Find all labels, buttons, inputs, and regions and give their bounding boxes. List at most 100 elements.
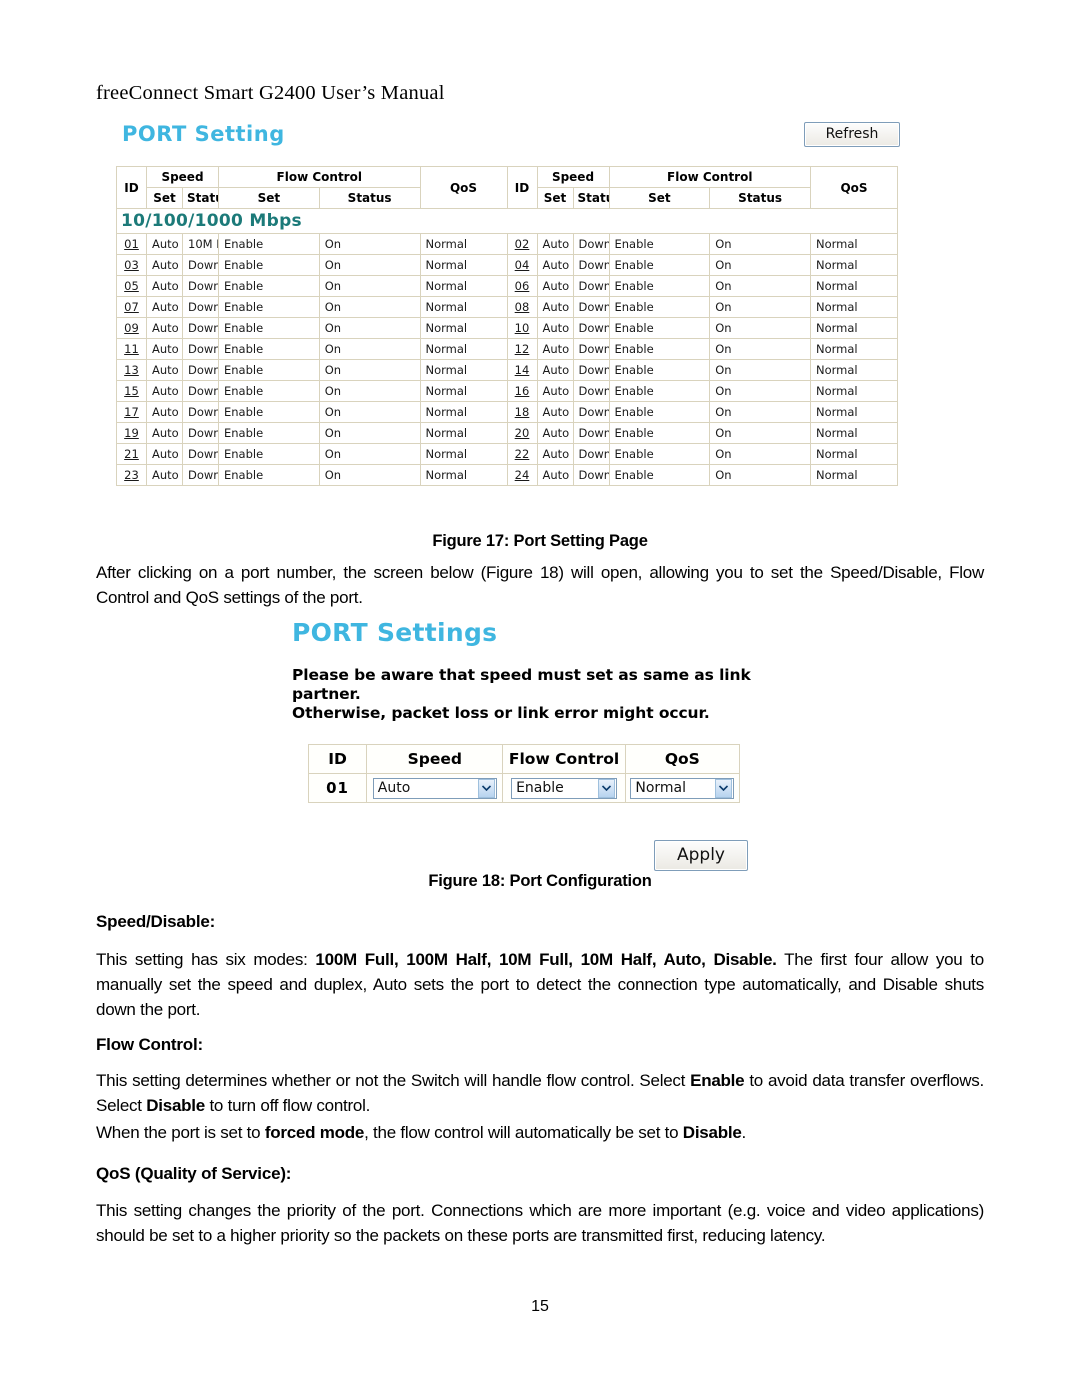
refresh-button[interactable]: Refresh [804, 122, 900, 147]
cell-speed-set: Auto [536, 338, 574, 360]
port-id-link[interactable]: 08 [506, 296, 538, 318]
speed-select[interactable]: Auto [372, 777, 497, 799]
col-header-speed-set-right: Set [536, 187, 574, 209]
port-id-link[interactable]: 01 [116, 233, 147, 255]
table-row: 05 Auto Down Enable On Normal 06 Auto Down Enable… [116, 275, 898, 297]
cfg-col-header-qos: QoS [624, 744, 741, 774]
port-id-link[interactable]: 19 [116, 422, 147, 444]
port-status-table: ID Speed Flow Control QoS ID Speed Flow … [116, 166, 898, 486]
cfg-col-header-flow-control: Flow Control [502, 744, 626, 774]
speed-disable-paragraph: This setting has six modes: 100M Full, 1… [96, 947, 984, 1022]
cell-speed-status: Down [572, 464, 610, 486]
port-id-link[interactable]: 10 [506, 317, 538, 339]
col-header-speed-status-left: Status [182, 187, 219, 209]
col-header-speed-set-left: Set [146, 187, 183, 209]
port-id-link[interactable]: 07 [116, 296, 147, 318]
flow-p1-enable: Enable [690, 1071, 745, 1090]
cell-qos: Normal [419, 317, 508, 339]
port-settings-warning-note: Please be aware that speed must set as s… [292, 666, 770, 723]
port-id-link[interactable]: 17 [116, 401, 147, 423]
table-row: 15 Auto Down Enable On Normal 16 Auto Down Enable… [116, 380, 898, 402]
table-row: 07 Auto Down Enable On Normal 08 Auto Down Enable… [116, 296, 898, 318]
port-id-link[interactable]: 22 [506, 443, 538, 465]
cell-speed-set: Auto [146, 359, 183, 381]
flow-p2-c: , the flow control will automatically be… [364, 1123, 683, 1142]
cell-flow-set: Enable [608, 443, 711, 465]
cfg-col-header-id: ID [307, 744, 368, 774]
cell-speed-set: Auto [536, 233, 574, 255]
cell-flow-status: On [318, 317, 421, 339]
cell-flow-status: On [318, 296, 421, 318]
cell-flow-status: On [318, 380, 421, 402]
cell-speed-status: Down [182, 296, 219, 318]
port-id-link[interactable]: 16 [506, 380, 538, 402]
cell-flow-set: Enable [218, 254, 320, 276]
port-id-link[interactable]: 06 [506, 275, 538, 297]
cell-flow-status: On [709, 338, 811, 360]
port-id-link[interactable]: 03 [116, 254, 147, 276]
cell-qos: Normal [419, 254, 508, 276]
speed-band-row: 10/100/1000 Mbps [116, 208, 898, 234]
port-id-link[interactable]: 13 [116, 359, 147, 381]
port-id-link[interactable]: 23 [116, 464, 147, 486]
chevron-down-icon [477, 778, 495, 798]
port-id-link[interactable]: 18 [506, 401, 538, 423]
cell-qos: Normal [419, 443, 508, 465]
figure-17-caption: Figure 17: Port Setting Page [432, 532, 648, 550]
cell-flow-set: Enable [608, 359, 711, 381]
cell-qos: Normal [419, 422, 508, 444]
table-header-row-1: ID Speed Flow Control QoS ID Speed Flow … [116, 166, 898, 209]
col-header-flow-control-right: Flow Control [608, 166, 811, 188]
table-row: 01Auto10M HalfEnableOnNormal02AutoDownEn… [116, 233, 898, 255]
port-id-link[interactable]: 05 [116, 275, 147, 297]
flow-control-heading: Flow Control: [96, 1035, 203, 1054]
cell-speed-status: Down [572, 359, 610, 381]
cell-speed-status: Down [182, 338, 219, 360]
col-header-flow-status-right: Status [709, 187, 811, 209]
cell-qos: Normal [810, 296, 898, 318]
port-id-link[interactable]: 02 [506, 233, 538, 255]
qos-heading: QoS (Quality of Service): [96, 1164, 292, 1183]
cell-flow-set: Enable [608, 401, 711, 423]
cell-speed-set: Auto [146, 338, 183, 360]
cell-qos: Normal [810, 275, 898, 297]
cell-qos: Normal [810, 338, 898, 360]
flow-control-paragraph-1: This setting determines whether or not t… [96, 1068, 984, 1118]
port-id-link[interactable]: 20 [506, 422, 538, 444]
cell-flow-status: On [318, 443, 421, 465]
port-id-link[interactable]: 11 [116, 338, 147, 360]
port-id-link[interactable]: 14 [506, 359, 538, 381]
cell-speed-set: Auto [146, 443, 183, 465]
cell-speed-set: Auto [146, 422, 183, 444]
port-id-link[interactable]: 24 [506, 464, 538, 486]
port-id-link[interactable]: 04 [506, 254, 538, 276]
flow-control-select[interactable]: Enable [511, 777, 618, 799]
cell-speed-status: Down [182, 380, 219, 402]
config-header-row: ID Speed Flow Control QoS [307, 744, 741, 774]
cell-flow-status: On [709, 254, 811, 276]
cell-speed-set: Auto [536, 359, 574, 381]
qos-select[interactable]: Normal [630, 777, 735, 799]
cell-qos: Normal [419, 338, 508, 360]
intro-paragraph: After clicking on a port number, the scr… [96, 563, 984, 607]
warning-note-line-2: Otherwise, packet loss or link error mig… [292, 704, 710, 722]
port-id-link[interactable]: 15 [116, 380, 147, 402]
port-id-link[interactable]: 21 [116, 443, 147, 465]
apply-button[interactable]: Apply [654, 840, 748, 871]
cell-flow-status: On [709, 380, 811, 402]
cell-flow-status: On [318, 275, 421, 297]
port-settings-panel-title: PORT Settings [292, 618, 498, 647]
figure-18-port-configuration-screenshot: PORT Settings Please be aware that speed… [278, 612, 778, 871]
cell-speed-status: Down [572, 443, 610, 465]
cell-flow-status: On [709, 401, 811, 423]
running-header: freeConnect Smart G2400 User’s Manual [96, 82, 445, 104]
cell-speed-set: Auto [536, 422, 574, 444]
col-header-flow-set-right: Set [608, 187, 711, 209]
cell-flow-set: Enable [218, 464, 320, 486]
port-configuration-table-body: 01 Auto Enable Normal [307, 773, 741, 803]
port-id-link[interactable]: 09 [116, 317, 147, 339]
port-id-link[interactable]: 12 [506, 338, 538, 360]
col-header-flow-set-left: Set [218, 187, 320, 209]
speed-modes-bold: 100M Full, 100M Half, 10M Full, 10M Half… [315, 950, 777, 969]
cell-flow-set: Enable [218, 359, 320, 381]
